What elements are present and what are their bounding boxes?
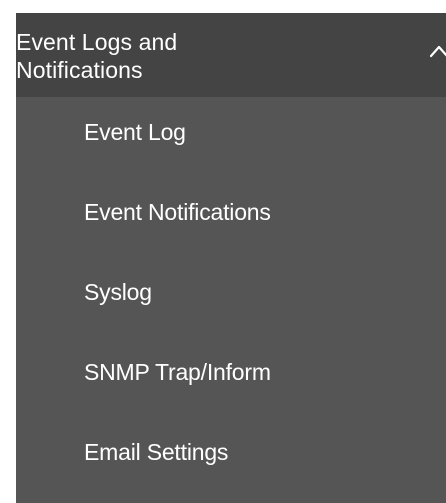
section-header-label: Event Logs and Notifications	[16, 29, 178, 83]
menu-item-snmp-trap-inform[interactable]: SNMP Trap/Inform	[16, 337, 446, 417]
menu-item-label: SNMP Trap/Inform	[84, 358, 271, 385]
menu-item-event-notifications[interactable]: Event Notifications	[16, 177, 446, 257]
chevron-up-icon[interactable]	[428, 41, 446, 63]
menu-item-event-log[interactable]: Event Log	[16, 97, 446, 177]
menu-item-label: Event Log	[84, 118, 186, 145]
menu-item-label: Event Notifications	[84, 198, 271, 225]
sidebar-menu: Event Logs and Notifications Event Log E…	[16, 13, 446, 503]
menu-container: Event Logs and Notifications Event Log E…	[0, 0, 446, 503]
submenu-list: Event Log Event Notifications Syslog SNM…	[16, 97, 446, 497]
menu-item-email-settings[interactable]: Email Settings	[16, 417, 446, 497]
menu-item-syslog[interactable]: Syslog	[16, 257, 446, 337]
section-header-event-logs[interactable]: Event Logs and Notifications	[16, 13, 446, 97]
menu-item-label: Email Settings	[84, 438, 229, 465]
menu-item-label: Syslog	[84, 278, 152, 305]
